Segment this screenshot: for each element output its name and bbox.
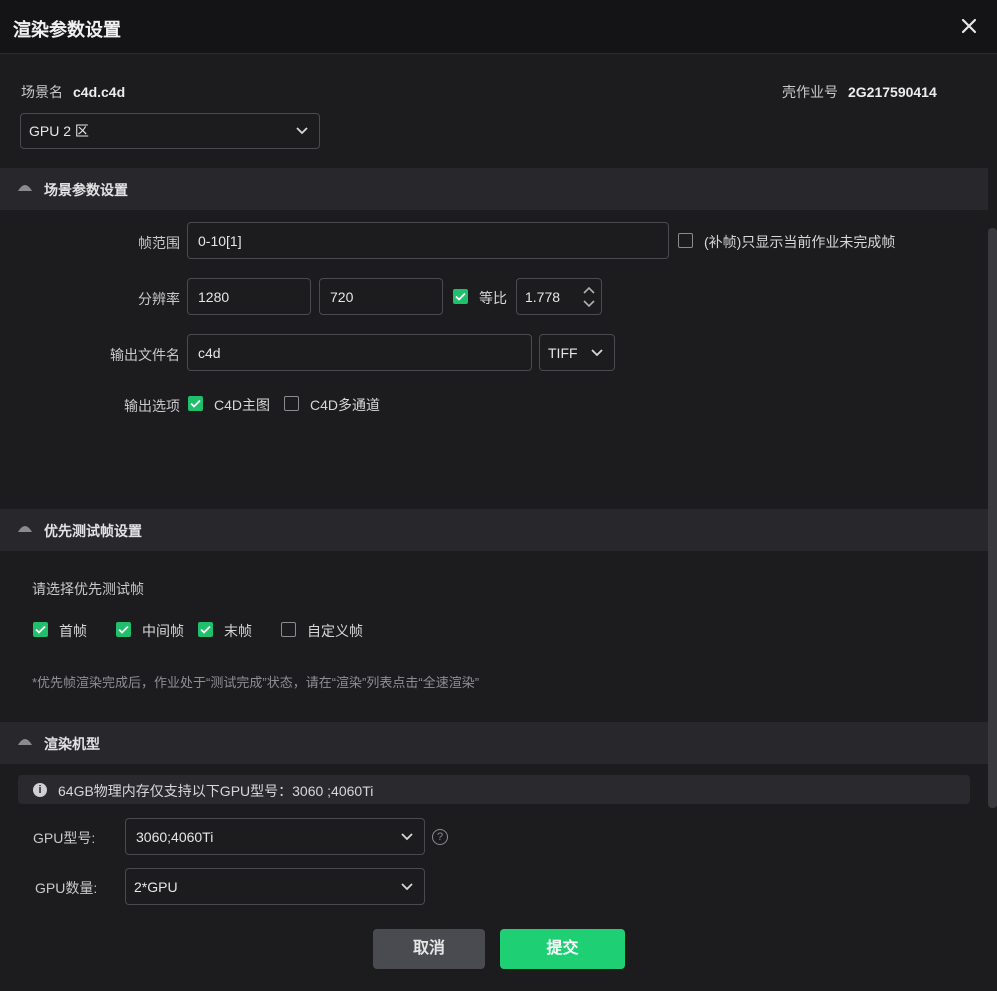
c4d-main-checkbox[interactable] — [188, 396, 203, 411]
scrollbar[interactable] — [988, 228, 997, 808]
collapse-triangle-icon — [18, 526, 32, 532]
frame-range-value: 0-10[1] — [198, 232, 242, 249]
section-render-machine[interactable]: 渲染机型 — [0, 722, 988, 764]
output-format-value: TIFF — [548, 344, 578, 361]
scene-name-label: 场景名 — [21, 84, 63, 100]
gpu-count-value: 2*GPU — [134, 878, 178, 895]
zone-select-value: GPU 2 区 — [29, 123, 89, 139]
aspect-ratio-label: 等比 — [479, 290, 507, 306]
chevron-down-icon — [401, 882, 413, 890]
dialog-title: 渲染参数设置 — [13, 20, 121, 40]
gpu-count-label: GPU数量: — [35, 880, 98, 896]
close-icon[interactable] — [959, 16, 979, 36]
incomplete-frames-checkbox[interactable] — [678, 233, 693, 248]
aspect-ratio-input[interactable]: 1.778 — [516, 278, 602, 315]
output-filename-value: c4d — [198, 344, 221, 361]
title-bar: 渲染参数设置 — [0, 0, 997, 54]
help-icon[interactable]: ? — [432, 829, 448, 845]
resolution-width-value: 1280 — [198, 288, 230, 305]
resolution-height-value: 720 — [330, 288, 354, 305]
check-icon — [200, 625, 211, 634]
gpu-count-select[interactable]: 2*GPU — [125, 868, 425, 905]
cancel-button[interactable]: 取消 — [373, 929, 485, 969]
first-frame-checkbox[interactable] — [33, 622, 48, 637]
scene-name-value: c4d.c4d — [73, 84, 126, 100]
section-title: 优先测试帧设置 — [44, 523, 142, 539]
collapse-triangle-icon — [18, 739, 32, 745]
output-filename-input[interactable]: c4d — [187, 334, 532, 371]
job-id-label: 壳作业号 — [782, 84, 838, 100]
section-priority-frames[interactable]: 优先测试帧设置 — [0, 509, 988, 551]
custom-frame-label: 自定义帧 — [307, 623, 363, 639]
aspect-ratio-value: 1.778 — [525, 288, 561, 305]
c4d-multipass-label: C4D多通道 — [310, 397, 381, 413]
frame-range-label: 帧范围 — [138, 235, 180, 251]
chevron-down-icon — [591, 348, 603, 356]
chevron-down-icon — [401, 832, 413, 840]
gpu-notice: i 64GB物理内存仅支持以下GPU型号：3060 ;4060Ti — [18, 775, 970, 804]
priority-prompt: 请选择优先测试帧 — [32, 581, 144, 597]
incomplete-frames-label: (补帧)只显示当前作业未完成帧 — [704, 234, 896, 250]
priority-note: *优先帧渲染完成后，作业处于“测试完成”状态，请在“渲染”列表点击“全速渲染” — [32, 675, 480, 690]
collapse-triangle-icon — [18, 185, 32, 191]
check-icon — [455, 292, 466, 301]
last-frame-checkbox[interactable] — [198, 622, 213, 637]
job-id-value: 2G217590414 — [848, 84, 937, 100]
last-frame-label: 末帧 — [224, 623, 252, 639]
section-scene-params[interactable]: 场景参数设置 — [0, 168, 988, 210]
gpu-model-select[interactable]: 3060;4060Ti — [125, 818, 425, 855]
resolution-width-input[interactable]: 1280 — [187, 278, 311, 315]
aspect-ratio-checkbox[interactable] — [453, 289, 468, 304]
custom-frame-checkbox[interactable] — [281, 622, 296, 637]
output-format-select[interactable]: TIFF — [539, 334, 615, 371]
chevron-down-icon — [296, 127, 308, 135]
section-title: 场景参数设置 — [44, 182, 128, 198]
output-filename-label: 输出文件名 — [110, 347, 180, 363]
zone-select[interactable]: GPU 2 区 — [20, 113, 320, 149]
submit-button[interactable]: 提交 — [500, 929, 625, 969]
c4d-main-label: C4D主图 — [214, 397, 271, 413]
check-icon — [35, 625, 46, 634]
resolution-height-input[interactable]: 720 — [319, 278, 443, 315]
check-icon — [190, 399, 201, 408]
gpu-model-value: 3060;4060Ti — [136, 828, 214, 845]
job-id-row: 壳作业号 2G217590414 — [782, 82, 937, 102]
c4d-multipass-checkbox[interactable] — [284, 396, 299, 411]
stepper-icon[interactable] — [581, 282, 597, 312]
resolution-label: 分辨率 — [138, 291, 180, 307]
frame-range-input[interactable]: 0-10[1] — [187, 222, 669, 259]
gpu-notice-text: 64GB物理内存仅支持以下GPU型号：3060 ;4060Ti — [58, 783, 374, 799]
scene-name-row: 场景名 c4d.c4d — [21, 82, 125, 102]
check-icon — [118, 625, 129, 634]
info-icon: i — [33, 783, 47, 797]
first-frame-label: 首帧 — [59, 623, 87, 639]
gpu-model-label: GPU型号: — [33, 830, 96, 846]
middle-frame-checkbox[interactable] — [116, 622, 131, 637]
output-options-label: 输出选项 — [124, 398, 180, 414]
middle-frame-label: 中间帧 — [142, 623, 184, 639]
section-title: 渲染机型 — [44, 736, 100, 752]
